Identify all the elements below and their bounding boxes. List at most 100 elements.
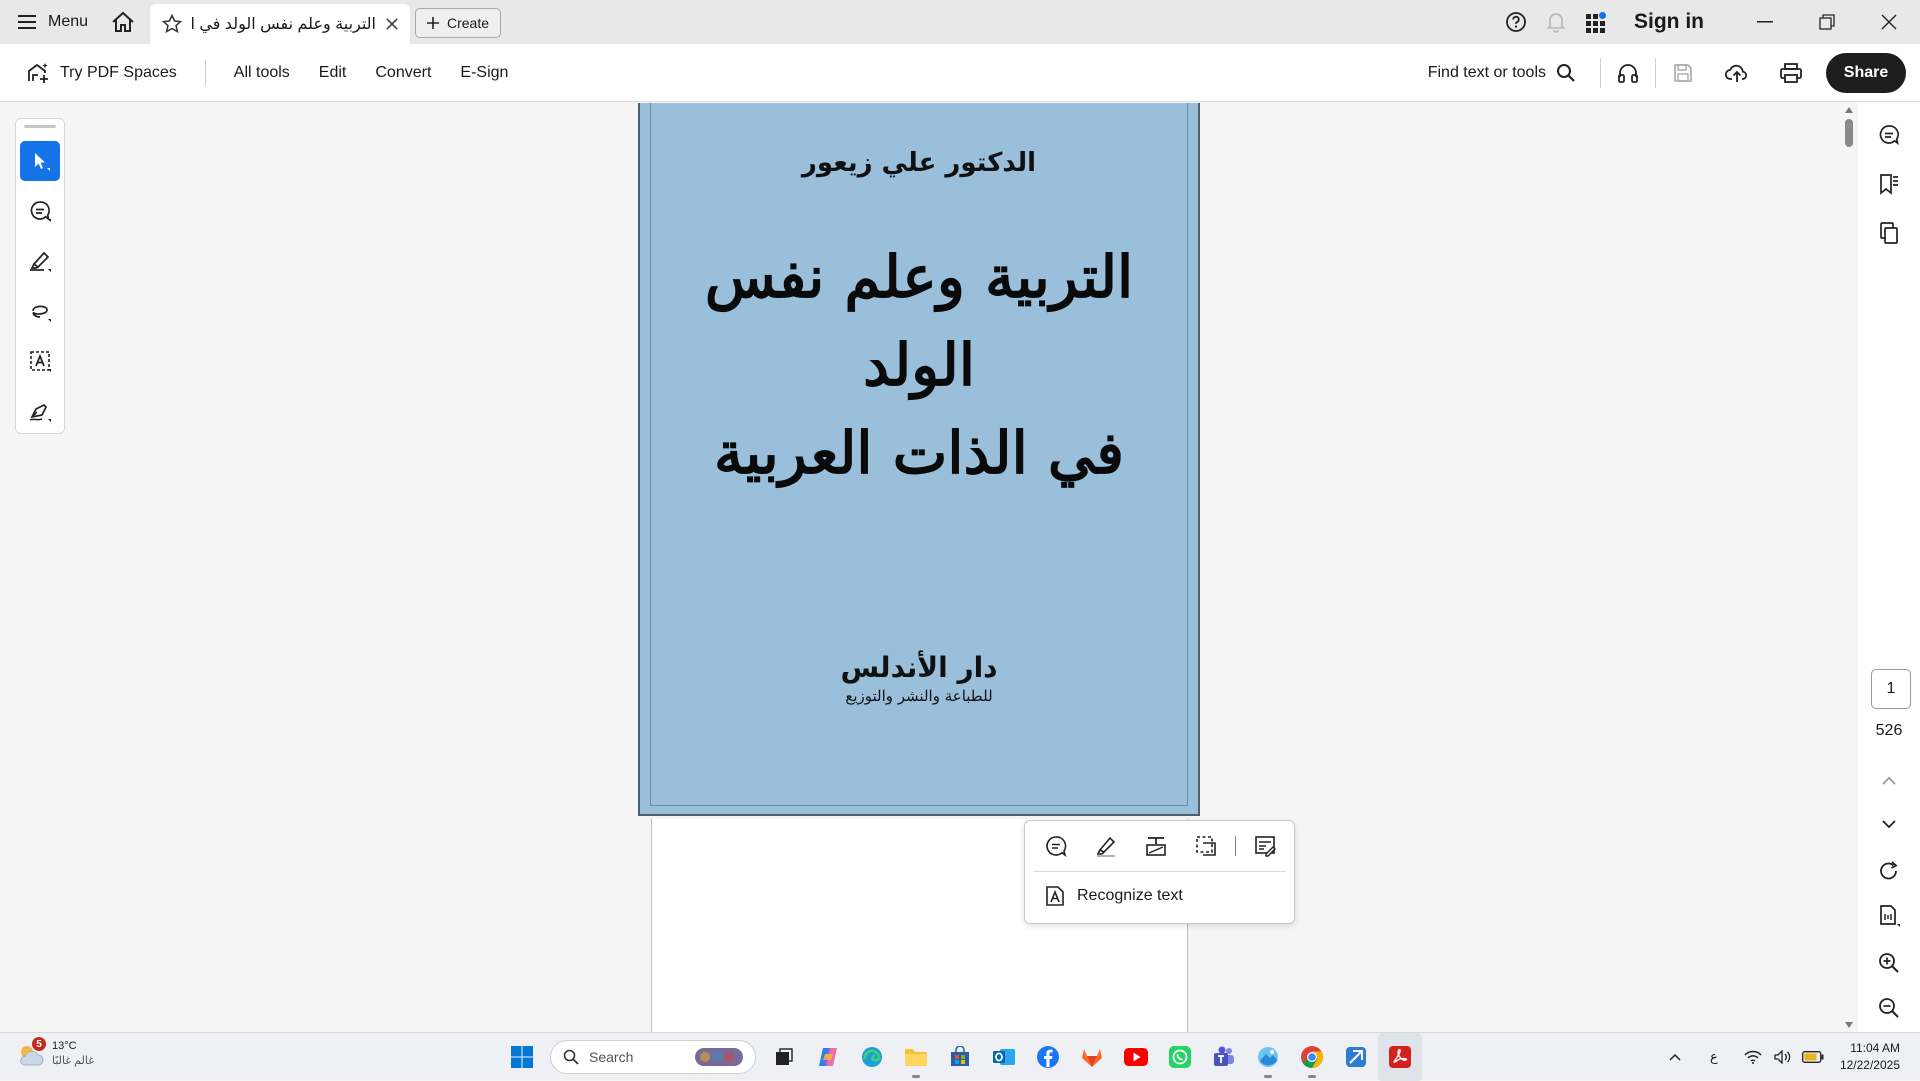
upload-button[interactable]	[1710, 44, 1764, 102]
outlook-app[interactable]	[982, 1033, 1026, 1081]
find-label: Find text or tools	[1427, 64, 1546, 81]
apps-button[interactable]	[1576, 0, 1616, 44]
facebook-app[interactable]	[1026, 1033, 1070, 1081]
notifications-button[interactable]	[1536, 0, 1576, 44]
teams-app[interactable]	[1202, 1033, 1246, 1081]
create-button[interactable]: Create	[415, 8, 501, 38]
photos-app[interactable]	[1246, 1033, 1290, 1081]
page-fit-button[interactable]	[1869, 896, 1909, 936]
try-pdf-spaces-button[interactable]: Try PDF Spaces	[26, 59, 206, 86]
scrollbar-thumb[interactable]	[1845, 119, 1853, 147]
gitlab-app[interactable]	[1070, 1033, 1114, 1081]
edit-link[interactable]: Edit	[319, 64, 347, 82]
youtube-app[interactable]	[1114, 1033, 1158, 1081]
taskbar-search[interactable]: Search	[550, 1040, 756, 1074]
acrobat-app[interactable]	[1378, 1033, 1422, 1081]
weather-widget[interactable]: 5 13°C غالم غالبًا	[16, 1037, 94, 1069]
quick-actions-popup: Recognize text	[1024, 820, 1295, 924]
sign-in-button[interactable]: Sign in	[1634, 10, 1704, 34]
save-button[interactable]	[1656, 44, 1710, 102]
folder-icon	[905, 1049, 927, 1066]
minimize-icon	[1757, 21, 1773, 23]
start-button[interactable]	[500, 1033, 544, 1081]
wifi-icon	[1744, 1050, 1762, 1064]
rail-drag-handle[interactable]	[24, 125, 56, 128]
cover-publisher-subtitle: للطباعة والنشر والتوزيع	[845, 687, 993, 705]
edge-app[interactable]	[850, 1033, 894, 1081]
input-language-indicator[interactable]: ع	[1692, 1033, 1736, 1081]
zoom-in-button[interactable]	[1869, 943, 1909, 983]
chrome-app[interactable]	[1290, 1033, 1334, 1081]
battery-icon	[1801, 1051, 1824, 1063]
more-actions-button[interactable]	[1240, 829, 1290, 863]
pdf-page-1[interactable]: الدكتور علي زيعور التربية وعلم نفس الولد…	[638, 103, 1200, 816]
clock[interactable]: 11:04 AM 12/22/2025	[1830, 1040, 1920, 1074]
volume-control[interactable]	[1770, 1033, 1796, 1081]
text-select-tool-button[interactable]	[20, 341, 60, 381]
document-viewer[interactable]: الدكتور علي زيعور التربية وعلم نفس الولد…	[0, 103, 1840, 1032]
file-explorer-app[interactable]	[894, 1033, 938, 1081]
select-area-button[interactable]	[1181, 829, 1231, 863]
comments-panel-button[interactable]	[1869, 115, 1909, 155]
show-hidden-icons-button[interactable]	[1658, 1033, 1692, 1081]
document-tab[interactable]: التربية وعلم نفس الولد في الذا...	[150, 4, 410, 44]
snipping-tool-app[interactable]	[1334, 1033, 1378, 1081]
youtube-icon	[1124, 1048, 1148, 1066]
share-button[interactable]: Share	[1826, 53, 1906, 93]
highlighter-icon	[1096, 836, 1116, 857]
zoom-in-icon	[1879, 953, 1899, 973]
close-icon	[1881, 14, 1897, 30]
recognize-text-button[interactable]: Recognize text	[1045, 885, 1183, 907]
read-aloud-button[interactable]	[1601, 44, 1655, 102]
print-button[interactable]	[1764, 44, 1818, 102]
menu-label: Menu	[48, 13, 89, 30]
copilot-app[interactable]	[806, 1033, 850, 1081]
next-page-button[interactable]	[1869, 804, 1909, 844]
close-window-button[interactable]	[1858, 0, 1920, 44]
quick-tools-rail	[15, 118, 65, 434]
home-button[interactable]	[98, 0, 148, 44]
task-view-button[interactable]	[762, 1033, 806, 1081]
weather-alert-badge: 5	[32, 1037, 46, 1051]
rotate-button[interactable]	[1869, 851, 1909, 891]
highlighter-icon	[30, 251, 51, 272]
vertical-scrollbar[interactable]	[1842, 103, 1856, 1032]
highlight-button[interactable]	[1081, 829, 1131, 863]
add-comment-button[interactable]	[1031, 829, 1081, 863]
draw-tool-button[interactable]	[20, 291, 60, 331]
star-icon[interactable]	[162, 14, 182, 34]
microsoft-store-app[interactable]	[938, 1033, 982, 1081]
highlight-tool-button[interactable]	[20, 241, 60, 281]
edit-text-icon	[1255, 836, 1276, 857]
help-button[interactable]	[1496, 0, 1536, 44]
battery-status[interactable]	[1796, 1033, 1830, 1081]
comment-tool-button[interactable]	[20, 191, 60, 231]
close-tab-icon[interactable]	[386, 18, 398, 30]
convert-link[interactable]: Convert	[375, 64, 431, 82]
restore-button[interactable]	[1796, 0, 1858, 44]
restore-icon	[1819, 14, 1835, 30]
pages-panel-button[interactable]	[1869, 213, 1909, 253]
marquee-select-icon	[1196, 836, 1216, 856]
current-page-input[interactable]: 1	[1871, 669, 1911, 709]
recognize-text-label: Recognize text	[1077, 887, 1183, 904]
menu-button[interactable]: Menu	[0, 0, 106, 44]
sign-tool-button[interactable]	[20, 391, 60, 431]
select-tool-button[interactable]	[20, 141, 60, 181]
minimize-button[interactable]	[1734, 0, 1796, 44]
freehand-draw-icon	[32, 305, 51, 322]
wifi-status[interactable]	[1736, 1033, 1770, 1081]
scroll-up-arrow-icon[interactable]	[1845, 107, 1853, 113]
bookmark-icon	[1880, 174, 1898, 195]
weather-icon: 5	[16, 1037, 46, 1069]
cover-author: الدكتور علي زيعور	[801, 148, 1037, 178]
scroll-down-arrow-icon[interactable]	[1845, 1022, 1853, 1028]
bookmarks-panel-button[interactable]	[1869, 164, 1909, 204]
find-text-or-tools[interactable]: Find text or tools	[1428, 58, 1601, 88]
whatsapp-app[interactable]	[1158, 1033, 1202, 1081]
zoom-out-button[interactable]	[1869, 988, 1909, 1028]
previous-page-button[interactable]	[1869, 761, 1909, 801]
strikethrough-button[interactable]	[1131, 829, 1181, 863]
all-tools-link[interactable]: All tools	[234, 64, 290, 82]
esign-link[interactable]: E-Sign	[460, 64, 508, 82]
